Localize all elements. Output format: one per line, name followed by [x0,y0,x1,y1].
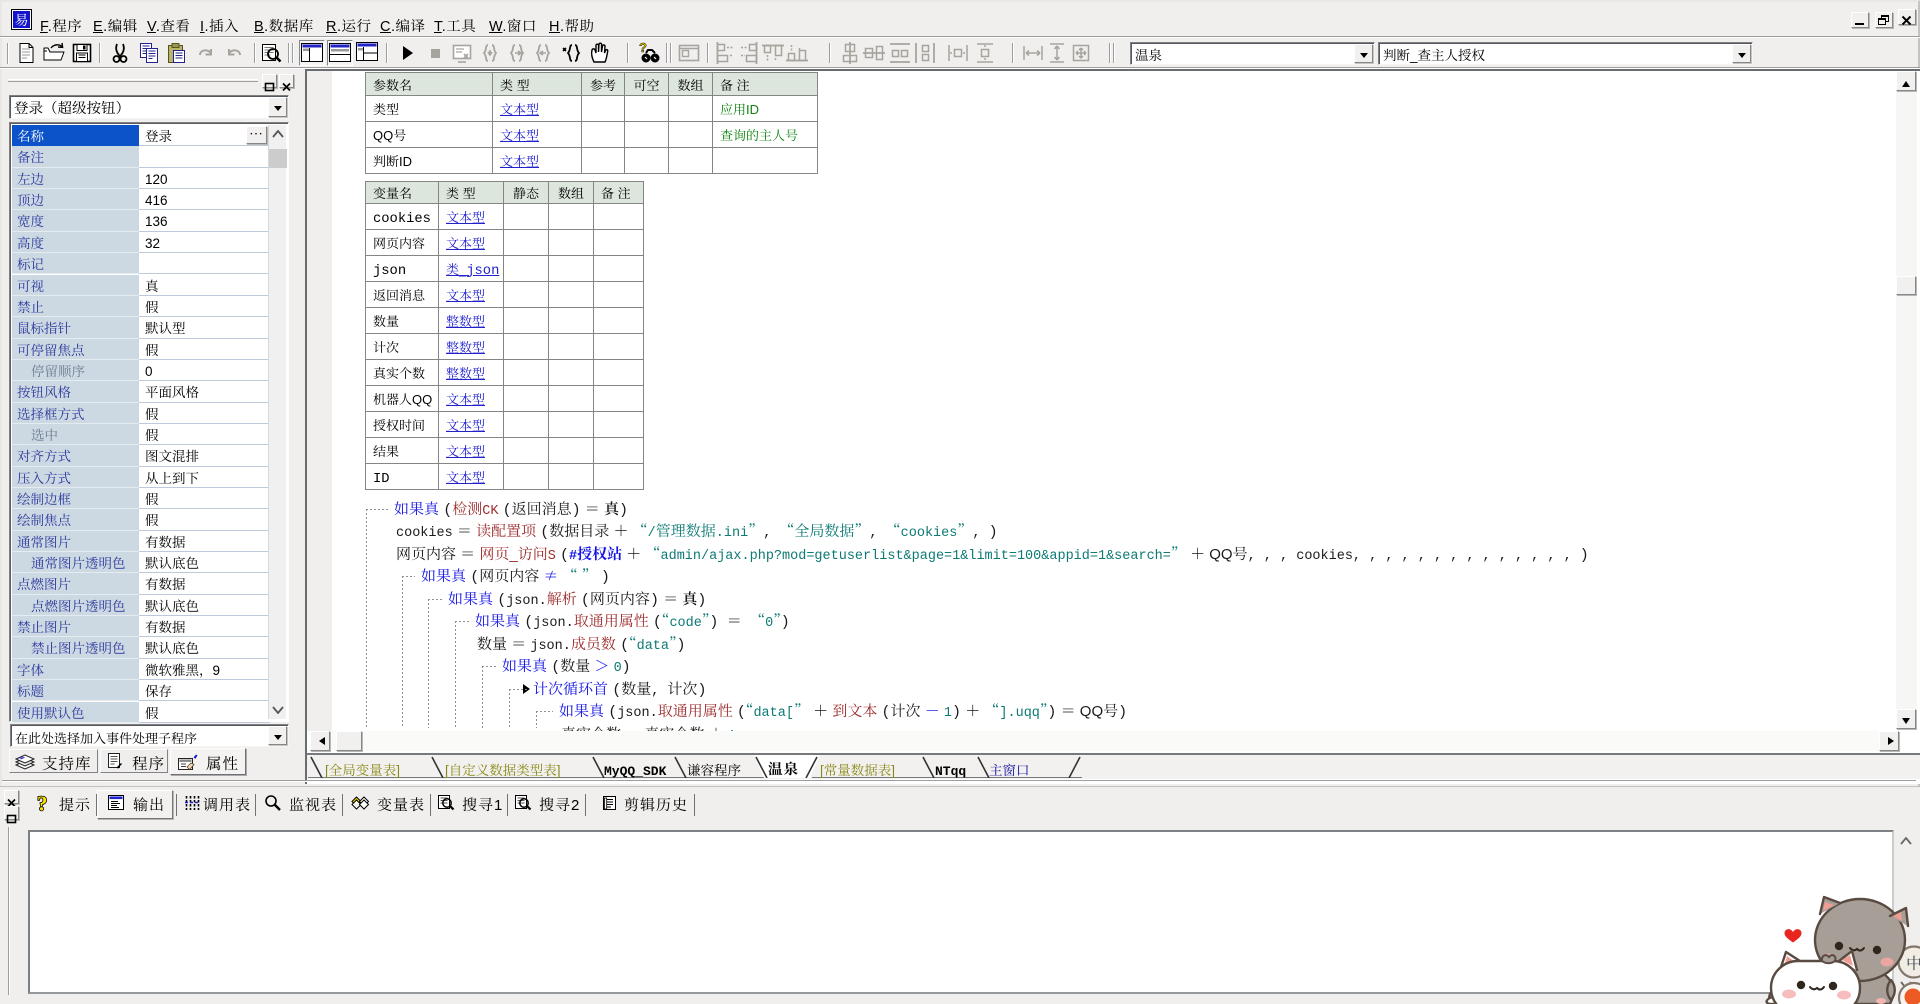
svg-text:?: ? [37,794,48,813]
svg-text:中: 中 [1906,951,1920,974]
svg-text:?: ? [639,41,647,55]
svg-text:易: 易 [15,10,29,30]
